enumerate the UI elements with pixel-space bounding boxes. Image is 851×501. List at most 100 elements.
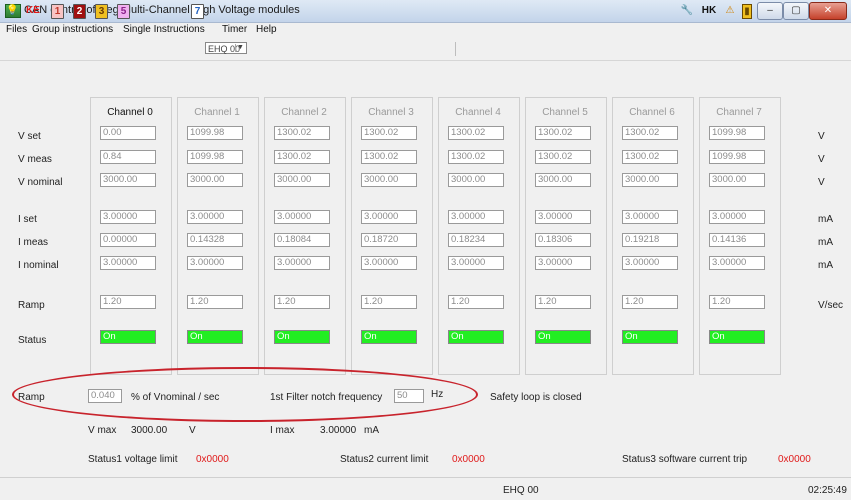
channel-ramp-field[interactable]: 1.20 <box>448 295 504 309</box>
menu-files[interactable]: Files <box>6 24 27 35</box>
channel-inominal-field[interactable]: 3.00000 <box>448 256 504 270</box>
channel-vnominal-field[interactable]: 3000.00 <box>100 173 156 187</box>
channel-vset-field[interactable]: 1300.02 <box>448 126 504 140</box>
channel-heading: Channel 6 <box>629 107 675 118</box>
channel-imeas-field[interactable]: 0.19218 <box>622 233 678 247</box>
channel-ramp-field[interactable]: 1.20 <box>100 295 156 309</box>
unit-iset: mA <box>818 214 833 225</box>
channel-ramp-field[interactable]: 1.20 <box>709 295 765 309</box>
channel-iset-field[interactable]: 3.00000 <box>535 210 591 224</box>
menu-help[interactable]: Help <box>256 24 277 35</box>
channel-vmeas-field[interactable]: 1099.98 <box>709 150 765 164</box>
row-label-vnominal: V nominal <box>18 177 63 188</box>
channel-status-indicator[interactable]: On <box>361 330 417 344</box>
channel-vmeas-field[interactable]: 1300.02 <box>361 150 417 164</box>
channel-imeas-field[interactable]: 0.00000 <box>100 233 156 247</box>
close-button[interactable]: ✕ <box>809 2 847 20</box>
filter-notch-field[interactable]: 50 <box>394 389 424 403</box>
row-label-imeas: I meas <box>18 237 49 248</box>
channel-imeas-field[interactable]: 0.18720 <box>361 233 417 247</box>
channel-vmeas-field[interactable]: 1300.02 <box>622 150 678 164</box>
channel-vnominal-field[interactable]: 3000.00 <box>709 173 765 187</box>
channel-vnominal-field[interactable]: 3000.00 <box>187 173 243 187</box>
menu-single-instructions[interactable]: Single Instructions <box>123 24 205 35</box>
channel-imeas-field[interactable]: 0.14136 <box>709 233 765 247</box>
imax-label: I max <box>270 425 295 436</box>
vmax-label: V max <box>88 425 117 436</box>
channel-iset-field[interactable]: 3.00000 <box>274 210 330 224</box>
channel-vmeas-field[interactable]: 1300.02 <box>274 150 330 164</box>
channel-ramp-field[interactable]: 1.20 <box>622 295 678 309</box>
exit-door-icon[interactable]: ▮ <box>742 4 752 19</box>
unit-ramp: V/sec <box>818 300 844 311</box>
ke-icon[interactable]: KE <box>24 4 42 17</box>
digit-2-icon[interactable]: 2 <box>73 4 86 19</box>
channel-vmeas-field[interactable]: 1099.98 <box>187 150 243 164</box>
maximize-button[interactable]: ▢ <box>783 2 809 20</box>
channel-status-indicator[interactable]: On <box>274 330 330 344</box>
channel-vnominal-field[interactable]: 3000.00 <box>622 173 678 187</box>
channel-vset-field[interactable]: 1099.98 <box>187 126 243 140</box>
minimize-button[interactable]: – <box>757 2 783 20</box>
channel-inominal-field[interactable]: 3.00000 <box>709 256 765 270</box>
warning-icon[interactable]: ⚠ <box>723 4 737 17</box>
status3-label: Status3 software current trip <box>622 454 748 465</box>
channel-ramp-field[interactable]: 1.20 <box>187 295 243 309</box>
lightbulb-icon[interactable]: 💡 <box>6 4 18 17</box>
channel-status-indicator[interactable]: On <box>187 330 243 344</box>
module-ramp-field[interactable]: 0.040 <box>88 389 122 403</box>
row-label-inominal: I nominal <box>18 260 59 271</box>
channel-vmeas-field[interactable]: 0.84 <box>100 150 156 164</box>
channel-iset-field[interactable]: 3.00000 <box>448 210 504 224</box>
channel-status-indicator[interactable]: On <box>622 330 678 344</box>
unit-imeas: mA <box>818 237 833 248</box>
channel-vnominal-field[interactable]: 3000.00 <box>274 173 330 187</box>
channel-vset-field[interactable]: 1300.02 <box>622 126 678 140</box>
menu-group-instructions[interactable]: Group instructions <box>32 24 113 35</box>
channel-vset-field[interactable]: 1300.02 <box>361 126 417 140</box>
channel-inominal-field[interactable]: 3.00000 <box>187 256 243 270</box>
safety-loop-text: Safety loop is closed <box>490 392 582 403</box>
module-select[interactable]: EHQ 00 ▼ <box>205 42 247 54</box>
channel-ramp-field[interactable]: 1.20 <box>535 295 591 309</box>
channel-vset-field[interactable]: 1300.02 <box>274 126 330 140</box>
menu-timer[interactable]: Timer <box>222 24 247 35</box>
channel-iset-field[interactable]: 3.00000 <box>622 210 678 224</box>
channel-imeas-field[interactable]: 0.18306 <box>535 233 591 247</box>
channel-iset-field[interactable]: 3.00000 <box>100 210 156 224</box>
channel-vnominal-field[interactable]: 3000.00 <box>361 173 417 187</box>
chevron-down-icon[interactable]: ▼ <box>235 44 245 52</box>
channel-inominal-field[interactable]: 3.00000 <box>100 256 156 270</box>
channel-vmeas-field[interactable]: 1300.02 <box>535 150 591 164</box>
channel-status-indicator[interactable]: On <box>709 330 765 344</box>
menu-bar: Files Group instructions Single Instruct… <box>0 23 851 37</box>
channel-vnominal-field[interactable]: 3000.00 <box>448 173 504 187</box>
digit-5-icon[interactable]: 5 <box>117 4 130 19</box>
tools-icon[interactable]: 🔧 <box>680 4 694 17</box>
digit-3-icon[interactable]: 3 <box>95 4 108 19</box>
channel-vset-field[interactable]: 1099.98 <box>709 126 765 140</box>
channel-imeas-field[interactable]: 0.18084 <box>274 233 330 247</box>
channel-vset-field[interactable]: 1300.02 <box>535 126 591 140</box>
channel-iset-field[interactable]: 3.00000 <box>187 210 243 224</box>
channel-status-indicator[interactable]: On <box>535 330 591 344</box>
channel-inominal-field[interactable]: 3.00000 <box>535 256 591 270</box>
channel-ramp-field[interactable]: 1.20 <box>274 295 330 309</box>
channel-imeas-field[interactable]: 0.18234 <box>448 233 504 247</box>
digit-1-icon[interactable]: 1 <box>51 4 64 19</box>
channel-iset-field[interactable]: 3.00000 <box>361 210 417 224</box>
channel-inominal-field[interactable]: 3.00000 <box>274 256 330 270</box>
hk-icon[interactable]: HK <box>700 4 718 17</box>
digit-7-icon[interactable]: 7 <box>191 4 204 19</box>
channel-vmeas-field[interactable]: 1300.02 <box>448 150 504 164</box>
channel-vset-field[interactable]: 0.00 <box>100 126 156 140</box>
channel-vnominal-field[interactable]: 3000.00 <box>535 173 591 187</box>
channel-heading: Channel 4 <box>455 107 501 118</box>
channel-inominal-field[interactable]: 3.00000 <box>622 256 678 270</box>
channel-imeas-field[interactable]: 0.14328 <box>187 233 243 247</box>
channel-ramp-field[interactable]: 1.20 <box>361 295 417 309</box>
channel-inominal-field[interactable]: 3.00000 <box>361 256 417 270</box>
channel-status-indicator[interactable]: On <box>100 330 156 344</box>
channel-iset-field[interactable]: 3.00000 <box>709 210 765 224</box>
channel-status-indicator[interactable]: On <box>448 330 504 344</box>
